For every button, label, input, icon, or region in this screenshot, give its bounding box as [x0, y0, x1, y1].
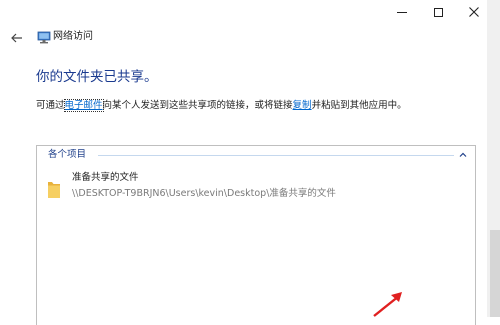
chevron-up-icon[interactable]: [458, 150, 468, 160]
close-button[interactable]: [458, 0, 490, 24]
item-path: \\DESKTOP-T9BRJN6\Users\kevin\Desktop\准备…: [72, 188, 336, 199]
description-text-2: 向某个人发送到这些共享项的链接，或将链接: [102, 100, 293, 111]
page-heading: 你的文件夹已共享。: [36, 69, 158, 85]
copy-link[interactable]: 复制: [293, 100, 312, 111]
group-header[interactable]: 各个项目: [44, 148, 470, 162]
network-share-icon: [37, 31, 51, 44]
description-text-3: 并粘贴到其他应用中。: [311, 100, 407, 111]
share-description: 可通过电子邮件向某个人发送到这些共享项的链接，或将链接复制并粘贴到其他应用中。: [36, 99, 407, 113]
minimize-button[interactable]: [386, 0, 418, 24]
network-access-window: 网络访问 你的文件夹已共享。 可通过电子邮件向某个人发送到这些共享项的链接，或将…: [0, 0, 500, 325]
close-icon: [469, 7, 479, 17]
minimize-icon: [397, 11, 407, 13]
group-divider: [98, 155, 454, 156]
scrollbar-thumb[interactable]: [490, 230, 500, 317]
item-name: 准备共享的文件: [72, 172, 139, 183]
email-link[interactable]: 电子邮件: [63, 99, 104, 112]
window-title: 网络访问: [53, 31, 93, 42]
group-label: 各个项目: [48, 149, 87, 160]
description-text-1: 可通过: [36, 100, 65, 111]
maximize-button[interactable]: [422, 0, 454, 24]
red-arrow-annotation: [373, 292, 402, 317]
folder-icon: [48, 182, 60, 198]
back-arrow-icon: [11, 33, 22, 43]
back-button[interactable]: [8, 29, 26, 47]
maximize-icon: [433, 7, 443, 17]
title-bar: [0, 0, 500, 24]
